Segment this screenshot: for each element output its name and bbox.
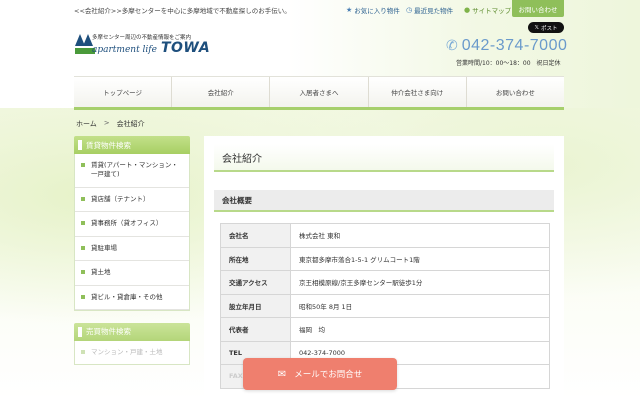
- sidebar-item-parking[interactable]: 貸駐車場: [75, 237, 189, 262]
- nav-top[interactable]: トップページ: [74, 77, 173, 107]
- row-label: 交通アクセス: [220, 270, 291, 295]
- sidebar-list-sale: マンション・戸建・土地: [74, 340, 190, 366]
- sitemap-link[interactable]: ● サイトマップ: [464, 5, 511, 15]
- row-label: 代表者: [220, 317, 291, 342]
- mail-contact-button[interactable]: ✉ メールでお問合せ: [243, 358, 397, 390]
- sidebar-item-sale[interactable]: マンション・戸建・土地: [75, 341, 189, 364]
- row-value: 東京都多摩市落合1-5-1 グリムコート1階: [290, 246, 550, 271]
- nav-company[interactable]: 会社紹介: [172, 77, 271, 107]
- row-value: 株式会社 東和: [290, 223, 550, 248]
- logo-small-text: apartment life: [92, 45, 157, 55]
- global-nav: トップページ 会社紹介 入居者さまへ 仲介会社さま向け お問い合わせ: [74, 76, 564, 110]
- sidebar-heading-text: 賃貸物件検索: [86, 140, 131, 150]
- business-hours: 営業時間/10：00～18：00 祝日定休: [456, 60, 561, 67]
- section-title: 会社概要: [214, 190, 554, 212]
- phone-number[interactable]: ✆ 042-374-7000: [446, 37, 567, 55]
- sidebar-item-apartment[interactable]: 賃貸(アパート・マンション・一戸建て): [75, 154, 189, 188]
- logo[interactable]: apartment life TOWA: [92, 40, 210, 56]
- contact-button[interactable]: お問い合わせ: [512, 0, 564, 17]
- mail-contact-label: メールでお問合せ: [294, 370, 363, 380]
- star-icon: ★: [346, 6, 353, 14]
- nav-contact[interactable]: お問い合わせ: [467, 77, 564, 107]
- logo-main-text: TOWA: [160, 40, 211, 56]
- nav-residents[interactable]: 入居者さまへ: [270, 77, 369, 107]
- breadcrumb-home[interactable]: ホーム: [76, 119, 97, 129]
- sidebar-item-building[interactable]: 貸ビル・貸倉庫・その他: [75, 286, 189, 310]
- heading-bar-icon: [78, 140, 82, 150]
- sidebar-item-land[interactable]: 貸土地: [75, 261, 189, 286]
- site-tagline: <<会社紹介>>多摩センターを中心に多摩地域で不動産探しのお手伝い。: [74, 7, 291, 15]
- sidebar-heading2-text: 売買物件検索: [86, 327, 131, 337]
- row-value: 福岡 均: [290, 317, 550, 342]
- favorites-link[interactable]: ★ お気に入り物件: [346, 5, 400, 15]
- phone-icon: ✆: [446, 38, 458, 54]
- table-row: 代表者 福岡 均: [220, 317, 550, 342]
- sidebar-item-store[interactable]: 貸店舗（テナント）: [75, 188, 189, 213]
- history-icon: ◷: [406, 6, 413, 14]
- phone-number-text: 042-374-7000: [461, 37, 568, 54]
- sidebar-heading-rental: 賃貸物件検索: [74, 136, 190, 154]
- x-post-button[interactable]: 𝕏 ポスト: [528, 22, 564, 33]
- x-post-label: ポスト: [540, 25, 558, 32]
- envelope-icon: ✉: [277, 368, 287, 380]
- table-row: 会社名 株式会社 東和: [220, 223, 550, 248]
- favorites-label: お気に入り物件: [354, 7, 400, 15]
- sidebar-heading-sale: 売買物件検索: [74, 322, 190, 341]
- table-row: 交通アクセス 京王相模原線/京王多摩センター駅徒歩1分: [220, 270, 550, 295]
- heading-bar-icon: [78, 326, 82, 337]
- row-value: 昭和50年 8月 1日: [290, 293, 550, 318]
- sidebar-item-office[interactable]: 貸事務所（貸オフィス）: [75, 212, 189, 237]
- row-label: 所在地: [220, 246, 291, 271]
- x-icon: 𝕏: [534, 24, 539, 31]
- sitemap-label: サイトマップ: [472, 7, 512, 15]
- row-label: 会社名: [220, 223, 291, 248]
- table-row: 所在地 東京都多摩市落合1-5-1 グリムコート1階: [220, 246, 550, 271]
- breadcrumb-current: 会社紹介: [116, 120, 145, 128]
- recent-link[interactable]: ◷ 最近見た物件: [406, 5, 453, 15]
- breadcrumb-separator: >: [103, 119, 110, 127]
- page-title: 会社紹介: [214, 144, 554, 172]
- row-value: 京王相模原線/京王多摩センター駅徒歩1分: [290, 270, 550, 295]
- table-row: 設立年月日 昭和50年 8月 1日: [220, 293, 550, 318]
- nav-agents[interactable]: 仲介会社さま向け: [369, 77, 467, 107]
- sidebar: 賃貸物件検索 賃貸(アパート・マンション・一戸建て) 貸店舗（テナント） 貸事務…: [74, 136, 190, 366]
- breadcrumb: ホーム > 会社紹介: [76, 119, 145, 129]
- bullet-icon: ●: [464, 6, 471, 14]
- sidebar-list-rental: 賃貸(アパート・マンション・一戸建て) 貸店舗（テナント） 貸事務所（貸オフィス…: [74, 154, 190, 311]
- recent-label: 最近見た物件: [414, 7, 454, 15]
- row-label: 設立年月日: [220, 293, 291, 318]
